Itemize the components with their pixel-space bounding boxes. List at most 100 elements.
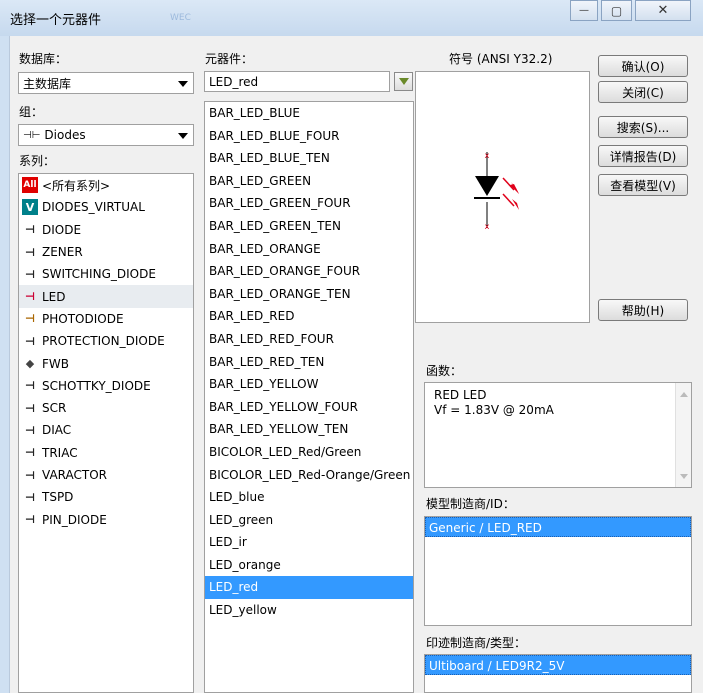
family-item[interactable]: ⊣ LED <box>19 285 193 308</box>
protection-diode-icon: ⊣ <box>24 334 36 348</box>
function-text[interactable]: RED LED Vf = 1.83V @ 20mA <box>424 382 692 488</box>
family-item[interactable]: ⊣ DIODE <box>19 219 193 241</box>
family-item[interactable]: ⊣ VARACTOR <box>19 464 193 486</box>
pin-diode-icon: ⊣ <box>24 513 36 527</box>
family-item[interactable]: ⊣ SCR <box>19 397 193 419</box>
model-mfr-selected[interactable]: Generic / LED_RED <box>425 517 691 537</box>
maximize-button[interactable]: ▢ <box>601 0 632 21</box>
component-item[interactable]: BAR_LED_BLUE_FOUR <box>205 125 413 148</box>
component-item[interactable]: BAR_LED_GREEN_TEN <box>205 215 413 238</box>
family-item[interactable]: All <所有系列> <box>19 174 193 196</box>
component-item[interactable]: BAR_LED_YELLOW_FOUR <box>205 396 413 419</box>
svg-text:x: x <box>485 222 490 231</box>
function-line-1: RED LED <box>434 388 487 402</box>
ok-button[interactable]: 确认(O) <box>598 55 688 77</box>
family-item-label: PIN_DIODE <box>42 512 107 527</box>
component-search-value: LED_red <box>209 74 259 89</box>
family-item[interactable]: ◆ FWB <box>19 352 193 374</box>
component-label: 元器件： <box>205 52 254 66</box>
view-model-button[interactable]: 查看模型(V) <box>598 174 688 196</box>
switching-diode-icon: ⊣ <box>24 267 36 281</box>
family-item-label: SWITCHING_DIODE <box>42 267 156 282</box>
footprint-mfr-selected[interactable]: Ultiboard / LED9R2_5V <box>425 655 691 675</box>
led-icon: ⊣ <box>24 290 36 304</box>
group-select[interactable]: ⊣⊢ Diodes <box>18 124 194 146</box>
family-item[interactable]: ⊣ TSPD <box>19 486 193 508</box>
family-item[interactable]: V DIODES_VIRTUAL <box>19 196 193 218</box>
component-item[interactable]: BICOLOR_LED_Red-Orange/Green <box>205 464 413 487</box>
component-item[interactable]: BAR_LED_RED <box>205 305 413 328</box>
footprint-mfr-list[interactable]: Ultiboard / LED9R2_5V <box>424 654 692 693</box>
all-icon: All <box>22 177 38 194</box>
component-list[interactable]: BAR_LED_BLUE BAR_LED_BLUE_FOUR BAR_LED_BLU… <box>204 101 414 693</box>
component-item[interactable]: BAR_LED_ORANGE_FOUR <box>205 260 413 283</box>
family-item-label: DIAC <box>42 423 72 438</box>
family-item-label: PHOTODIODE <box>42 311 124 326</box>
close-dialog-button[interactable]: 关闭(C) <box>598 81 688 103</box>
component-item[interactable]: BAR_LED_ORANGE_TEN <box>205 283 413 306</box>
component-item[interactable]: BAR_LED_BLUE <box>205 102 413 125</box>
diode-icon: ⊣ <box>24 223 36 237</box>
window-title: 选择一个元器件 <box>10 13 102 28</box>
family-item[interactable]: ⊣ SCHOTTKY_DIODE <box>19 375 193 397</box>
component-item[interactable]: LED_orange <box>205 554 413 577</box>
family-item[interactable]: ⊣ ZENER <box>19 241 193 263</box>
component-item[interactable]: BAR_LED_GREEN <box>205 170 413 193</box>
family-item[interactable]: ⊣ PHOTODIODE <box>19 308 193 330</box>
detail-report-button[interactable]: 详情报告(D) <box>598 145 688 167</box>
component-item[interactable]: LED_yellow <box>205 599 413 622</box>
chevron-down-icon <box>178 81 188 87</box>
component-item[interactable]: BAR_LED_ORANGE <box>205 238 413 261</box>
component-item[interactable]: LED_red <box>205 576 413 600</box>
family-item-label: ZENER <box>42 245 83 260</box>
symbol-label: 符号 (ANSI Y32.2) <box>449 52 553 66</box>
minimize-icon: — <box>579 5 589 16</box>
footprint-mfr-label: 印迹制造商/类型： <box>426 636 527 650</box>
family-item-label: TRIAC <box>42 445 78 460</box>
scrollbar[interactable] <box>675 383 691 487</box>
family-item[interactable]: ⊣ SWITCHING_DIODE <box>19 263 193 285</box>
family-item[interactable]: ⊣ DIAC <box>19 419 193 441</box>
close-button[interactable]: ✕ <box>635 0 691 21</box>
family-list[interactable]: All <所有系列> V DIODES_VIRTUAL ⊣ DIODE ⊣ ZENER ⊣ SWI… <box>18 173 194 693</box>
triac-icon: ⊣ <box>24 446 36 460</box>
family-item-label: DIODE <box>42 222 82 237</box>
component-item[interactable]: LED_green <box>205 509 413 532</box>
search-button[interactable]: 搜索(S)... <box>598 116 688 138</box>
diode-group-icon: ⊣⊢ <box>23 129 41 141</box>
database-label: 数据库： <box>19 52 68 66</box>
bridge-icon: ◆ <box>25 357 35 371</box>
group-label: 组： <box>19 105 44 119</box>
family-item[interactable]: ⊣ PROTECTION_DIODE <box>19 330 193 352</box>
component-item[interactable]: BAR_LED_YELLOW <box>205 373 413 396</box>
component-item[interactable]: BICOLOR_LED_Red/Green <box>205 441 413 464</box>
function-label: 函数： <box>426 364 463 378</box>
component-item[interactable]: BAR_LED_GREEN_FOUR <box>205 192 413 215</box>
family-item[interactable]: ⊣ PIN_DIODE <box>19 508 193 530</box>
maximize-icon: ▢ <box>610 3 623 18</box>
help-button[interactable]: 帮助(H) <box>598 299 688 321</box>
model-mfr-list[interactable]: Generic / LED_RED <box>424 516 692 626</box>
ghost-text: WEC <box>170 13 191 23</box>
diac-icon: ⊣ <box>24 423 36 437</box>
component-item[interactable]: BAR_LED_RED_FOUR <box>205 328 413 351</box>
family-item-label: TSPD <box>42 490 74 505</box>
family-item[interactable]: ⊣ TRIAC <box>19 442 193 464</box>
family-item-label: SCHOTTKY_DIODE <box>42 378 151 393</box>
minimize-button[interactable]: — <box>570 0 598 21</box>
family-item-label: VARACTOR <box>42 468 107 482</box>
family-item-label: LED <box>42 289 66 304</box>
filter-button[interactable] <box>394 72 413 91</box>
component-search-input[interactable]: LED_red <box>204 71 390 92</box>
varactor-icon: ⊣ <box>24 468 36 482</box>
component-item[interactable]: LED_ir <box>205 531 413 554</box>
component-item[interactable]: LED_blue <box>205 486 413 509</box>
component-item[interactable]: BAR_LED_RED_TEN <box>205 351 413 374</box>
tspd-icon: ⊣ <box>24 490 36 504</box>
function-line-2: Vf = 1.83V @ 20mA <box>434 403 554 417</box>
group-value: Diodes <box>44 128 86 142</box>
database-select[interactable]: 主数据库 <box>18 72 194 94</box>
family-item-label: <所有系列> <box>42 178 111 193</box>
component-item[interactable]: BAR_LED_YELLOW_TEN <box>205 418 413 441</box>
component-item[interactable]: BAR_LED_BLUE_TEN <box>205 147 413 170</box>
